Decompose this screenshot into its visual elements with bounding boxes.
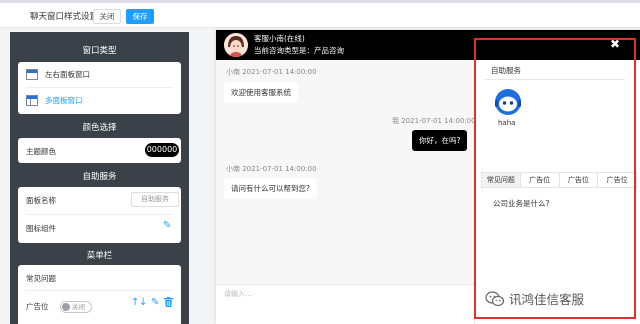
save-button[interactable]: 保存 bbox=[126, 9, 154, 24]
self-service-card: 面板名称 自助服务 图标组件 ✎ bbox=[18, 187, 181, 243]
window-type-split-label: 左右面板窗口 bbox=[45, 70, 90, 79]
window-type-card: 左右面板窗口 多面板窗口 bbox=[18, 62, 181, 114]
message-meta: 我 2021-07-01 14:00:00 bbox=[392, 117, 476, 125]
message-bubble: 你好，在吗? bbox=[412, 130, 468, 151]
faq-item[interactable]: 公司业务是什么? bbox=[493, 198, 549, 209]
divider bbox=[485, 79, 625, 80]
section-heading-color: 颜色选择 bbox=[82, 123, 117, 133]
agent-avatar bbox=[224, 33, 248, 57]
chat-window-preview: 客服小南(在线) 当前咨询类型是：产品咨询 ✖ 小南 2021-07-01 14… bbox=[216, 30, 640, 324]
message-bubble: 欢迎使用客服系统 bbox=[224, 82, 298, 103]
close-button[interactable]: 关闭 bbox=[93, 9, 121, 24]
toolbar: 聊天窗口样式设置 关闭 保存 bbox=[0, 3, 640, 28]
menu-item-faq-label: 常见问题 bbox=[26, 274, 56, 283]
chat-header: 客服小南(在线) 当前咨询类型是：产品咨询 ✖ bbox=[216, 30, 640, 60]
section-heading-self-service: 自助服务 bbox=[82, 172, 117, 182]
self-service-panel: 自助服务 haha 常见问题 广告位 广告位 广告位 公司业务是什么? bbox=[474, 60, 640, 324]
divider bbox=[26, 290, 173, 291]
icon-component-label: 图标组件 bbox=[26, 224, 56, 233]
theme-color-picker[interactable]: 000000 bbox=[145, 143, 179, 157]
section-heading-window-type: 窗口类型 bbox=[82, 46, 117, 56]
watermark: 讯鸿佳信客服 bbox=[485, 289, 584, 308]
move-down-icon[interactable]: ↓ bbox=[139, 297, 147, 308]
delete-icon[interactable] bbox=[164, 297, 173, 310]
panel-name-input[interactable]: 自助服务 bbox=[131, 192, 179, 207]
agent-name: 客服小南(在线) bbox=[254, 34, 305, 43]
toggle-text: 关闭 bbox=[72, 303, 85, 311]
window-type-split-option[interactable]: 左右面板窗口 bbox=[26, 69, 90, 80]
message-list: 小南 2021-07-01 14:00:00 欢迎使用客服系统 我 2021-0… bbox=[216, 60, 476, 284]
settings-panel: 窗口类型 左右面板窗口 多面板窗口 颜色选择 主题颜色 000000 自助服务 … bbox=[10, 32, 189, 324]
tab-ad-1[interactable]: 广告位 bbox=[521, 173, 560, 187]
window-type-multi-option[interactable]: 多面板窗口 bbox=[26, 95, 83, 106]
message-meta: 小南 2021-07-01 14:00:00 bbox=[226, 68, 317, 76]
self-service-title: 自助服务 bbox=[491, 66, 521, 75]
tab-faq[interactable]: 常见问题 bbox=[482, 173, 521, 187]
window-split-icon bbox=[26, 69, 38, 80]
message-meta: 小南 2021-07-01 14:00:00 bbox=[226, 165, 317, 173]
message-input[interactable]: 请输入... bbox=[216, 284, 474, 324]
message-bubble: 请问有什么可以帮到您? bbox=[224, 178, 317, 199]
watermark-text: 讯鸿佳信客服 bbox=[509, 292, 585, 307]
edit-icon[interactable]: ✎ bbox=[151, 297, 159, 308]
close-icon[interactable]: ✖ bbox=[610, 37, 620, 51]
edit-icon[interactable]: ✎ bbox=[163, 220, 171, 231]
menu-item-ad-label: 广告位 bbox=[26, 302, 49, 311]
tab-ad-3[interactable]: 广告位 bbox=[598, 173, 636, 187]
divider bbox=[26, 87, 173, 88]
bot-label: haha bbox=[498, 119, 516, 127]
self-service-tabs: 常见问题 广告位 广告位 广告位 bbox=[481, 172, 637, 188]
ad-toggle-switch[interactable]: 关闭 bbox=[60, 301, 92, 313]
window-type-multi-label: 多面板窗口 bbox=[45, 96, 83, 105]
wechat-icon bbox=[485, 290, 505, 307]
consult-type: 当前咨询类型是：产品咨询 bbox=[254, 46, 344, 55]
window-multi-icon bbox=[26, 95, 38, 106]
input-placeholder: 请输入... bbox=[224, 290, 252, 298]
color-card: 主题颜色 000000 bbox=[18, 138, 181, 163]
toggle-knob bbox=[62, 303, 70, 311]
tab-ad-2[interactable]: 广告位 bbox=[560, 173, 599, 187]
divider bbox=[26, 214, 173, 215]
bot-icon[interactable] bbox=[493, 87, 523, 117]
menu-bar-card: 常见问题 广告位 关闭 ↑ ↓ ✎ bbox=[18, 265, 181, 324]
section-heading-menu-bar: 菜单栏 bbox=[86, 251, 113, 261]
page-title: 聊天窗口样式设置 bbox=[30, 12, 99, 22]
